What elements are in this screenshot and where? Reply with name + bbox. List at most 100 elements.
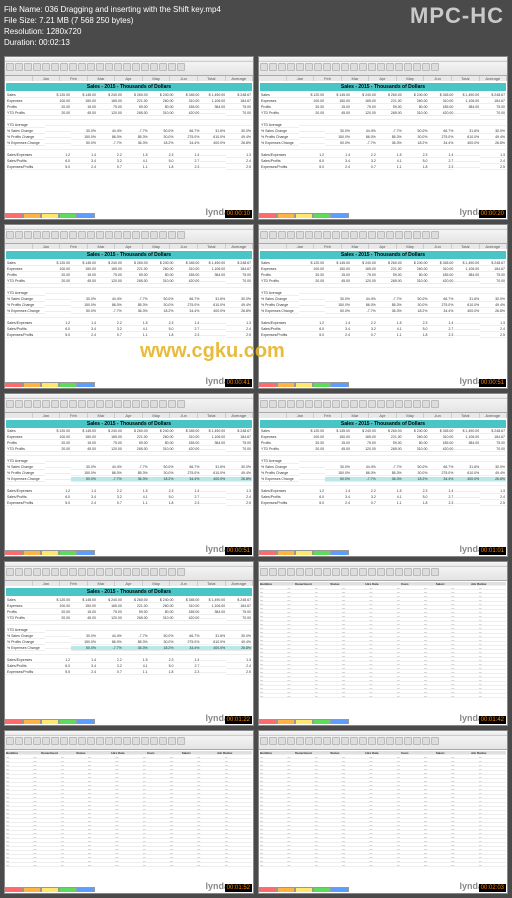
ribbon-button[interactable] [177, 400, 185, 408]
ribbon-button[interactable] [51, 231, 59, 239]
sheet-tab[interactable] [331, 382, 349, 387]
sheet-tab[interactable] [23, 382, 41, 387]
ribbon-button[interactable] [377, 568, 385, 576]
ribbon-button[interactable] [24, 63, 32, 71]
ribbon-button[interactable] [96, 400, 104, 408]
ribbon-button[interactable] [87, 400, 95, 408]
ribbon-button[interactable] [287, 63, 295, 71]
ribbon-button[interactable] [6, 568, 14, 576]
ribbon-button[interactable] [422, 568, 430, 576]
ribbon-button[interactable] [33, 231, 41, 239]
sheet-tab[interactable] [41, 887, 59, 892]
sheet-tab[interactable] [277, 213, 295, 218]
spreadsheet[interactable]: Sales - 2015 - Thousands of Dollars Sale… [5, 418, 253, 550]
ribbon-button[interactable] [323, 63, 331, 71]
ribbon-button[interactable] [33, 737, 41, 745]
ribbon-button[interactable] [114, 568, 122, 576]
ribbon-button[interactable] [114, 63, 122, 71]
ribbon-button[interactable] [305, 63, 313, 71]
ribbon-button[interactable] [123, 63, 131, 71]
ribbon-button[interactable] [141, 737, 149, 745]
sheet-tab[interactable] [59, 213, 77, 218]
ribbon-button[interactable] [51, 737, 59, 745]
ribbon-button[interactable] [15, 568, 23, 576]
ribbon-button[interactable] [314, 400, 322, 408]
ribbon-button[interactable] [359, 568, 367, 576]
ribbon-button[interactable] [269, 231, 277, 239]
sheet-tab[interactable] [41, 550, 59, 555]
sheet-tab[interactable] [23, 550, 41, 555]
ribbon-button[interactable] [260, 400, 268, 408]
ribbon-button[interactable] [33, 568, 41, 576]
ribbon-button[interactable] [114, 400, 122, 408]
ribbon-button[interactable] [323, 737, 331, 745]
ribbon-button[interactable] [287, 737, 295, 745]
ribbon-button[interactable] [141, 63, 149, 71]
ribbon-button[interactable] [368, 568, 376, 576]
spreadsheet[interactable]: BuildingDepartmentStatusHire DateYearsSa… [5, 750, 253, 868]
ribbon-button[interactable] [42, 63, 50, 71]
ribbon-button[interactable] [404, 737, 412, 745]
sheet-tabs[interactable] [5, 213, 95, 219]
ribbon-button[interactable] [269, 63, 277, 71]
ribbon-button[interactable] [33, 400, 41, 408]
ribbon-button[interactable] [305, 400, 313, 408]
sheet-tab[interactable] [23, 719, 41, 724]
ribbon-button[interactable] [323, 568, 331, 576]
ribbon-button[interactable] [132, 63, 140, 71]
ribbon-button[interactable] [60, 400, 68, 408]
spreadsheet[interactable]: Sales - 2015 - Thousands of Dollars Sale… [5, 586, 253, 718]
ribbon-button[interactable] [69, 231, 77, 239]
sheet-tab[interactable] [295, 382, 313, 387]
video-thumbnail[interactable]: JanFebMarAprMayJunTotalAverage Sales - 2… [258, 56, 508, 220]
ribbon-button[interactable] [368, 63, 376, 71]
ribbon-button[interactable] [314, 568, 322, 576]
ribbon-button[interactable] [78, 63, 86, 71]
ribbon-button[interactable] [159, 63, 167, 71]
ribbon-button[interactable] [123, 231, 131, 239]
ribbon-button[interactable] [287, 231, 295, 239]
ribbon-button[interactable] [150, 63, 158, 71]
sheet-tab[interactable] [77, 719, 95, 724]
ribbon-button[interactable] [341, 568, 349, 576]
sheet-tab[interactable] [77, 550, 95, 555]
sheet-tab[interactable] [77, 213, 95, 218]
ribbon-button[interactable] [413, 63, 421, 71]
ribbon-button[interactable] [422, 400, 430, 408]
ribbon-button[interactable] [431, 63, 439, 71]
ribbon-button[interactable] [24, 400, 32, 408]
spreadsheet[interactable]: Sales - 2015 - Thousands of Dollars Sale… [5, 81, 253, 213]
sheet-tabs[interactable] [5, 382, 95, 388]
video-thumbnail[interactable]: JanFebMarAprMayJunTotalAverage Sales - 2… [4, 56, 254, 220]
sheet-tab[interactable] [5, 719, 23, 724]
ribbon-button[interactable] [105, 568, 113, 576]
ribbon-button[interactable] [260, 568, 268, 576]
ribbon-button[interactable] [287, 400, 295, 408]
ribbon-button[interactable] [24, 568, 32, 576]
sheet-tabs[interactable] [5, 719, 95, 725]
ribbon-button[interactable] [42, 231, 50, 239]
ribbon-button[interactable] [159, 231, 167, 239]
video-thumbnail[interactable]: JanFebMarAprMayJunTotalAverage Sales - 2… [4, 393, 254, 557]
ribbon-button[interactable] [404, 63, 412, 71]
spreadsheet[interactable]: Sales - 2015 - Thousands of Dollars Sale… [259, 249, 507, 381]
ribbon-button[interactable] [260, 63, 268, 71]
sheet-tabs[interactable] [259, 719, 349, 725]
ribbon-button[interactable] [386, 400, 394, 408]
ribbon-button[interactable] [141, 568, 149, 576]
ribbon-button[interactable] [395, 737, 403, 745]
ribbon-button[interactable] [60, 231, 68, 239]
ribbon-button[interactable] [15, 737, 23, 745]
ribbon-button[interactable] [150, 400, 158, 408]
ribbon-button[interactable] [123, 400, 131, 408]
ribbon-button[interactable] [87, 568, 95, 576]
ribbon-button[interactable] [87, 63, 95, 71]
sheet-tab[interactable] [259, 887, 277, 892]
video-thumbnail[interactable]: JanFebMarAprMayJunTotalAverage Sales - 2… [4, 224, 254, 388]
sheet-tabs[interactable] [259, 887, 349, 893]
ribbon-button[interactable] [51, 63, 59, 71]
sheet-tab[interactable] [5, 213, 23, 218]
video-thumbnail[interactable]: JanFebMarAprMayJunTotalAverage Sales - 2… [258, 224, 508, 388]
ribbon-button[interactable] [150, 737, 158, 745]
sheet-tab[interactable] [295, 213, 313, 218]
